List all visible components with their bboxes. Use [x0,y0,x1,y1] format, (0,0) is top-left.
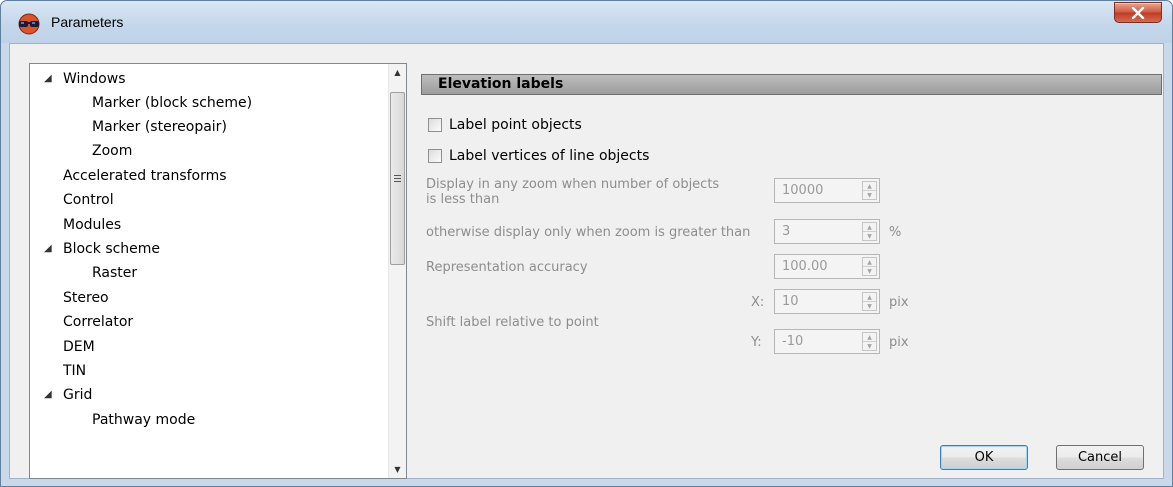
scrollbar-thumb[interactable] [390,92,405,265]
tree-item-control[interactable]: Control [63,189,114,211]
dialog-client-area: ◢ Windows Marker (block scheme) Marker (… [9,43,1164,479]
spin-up-icon[interactable]: ▲ [863,333,876,342]
close-button[interactable] [1114,2,1162,23]
tree-item-tin[interactable]: TIN [63,360,86,382]
tree-item-stereo[interactable]: Stereo [63,287,109,309]
tree-item-zoom[interactable]: Zoom [92,140,132,162]
spin-down-icon[interactable]: ▼ [863,191,876,200]
tree-item-accelerated-transforms[interactable]: Accelerated transforms [63,165,227,187]
representation-accuracy-label: Representation accuracy [426,260,588,275]
shift-x-value: 10 [782,294,799,309]
tree-item-raster[interactable]: Raster [92,262,137,284]
grip-icon [394,175,401,182]
close-icon [1131,6,1145,19]
shift-y-label: Y: [751,335,762,350]
spinner-buttons[interactable]: ▲ ▼ [862,257,877,276]
spinner-buttons[interactable]: ▲ ▼ [862,181,877,200]
shift-x-spinbox[interactable]: 10 ▲ ▼ [774,289,880,314]
percent-unit: % [889,225,902,240]
scroll-up-arrow-icon[interactable]: ▲ [389,64,406,81]
tree-item-correlator[interactable]: Correlator [63,311,133,333]
shift-label: Shift label relative to point [426,315,599,330]
shift-x-label: X: [751,295,765,310]
otherwise-zoom-label: otherwise display only when zoom is grea… [426,225,751,240]
label-point-objects-label: Label point objects [449,117,582,133]
spinner-buttons[interactable]: ▲ ▼ [862,292,877,311]
tree-scrollbar[interactable]: ▲ ▼ [388,64,406,478]
spin-down-icon[interactable]: ▼ [863,302,876,311]
tree-item-marker-block-scheme[interactable]: Marker (block scheme) [92,92,252,114]
tree-item-windows[interactable]: Windows [63,68,126,90]
spin-down-icon[interactable]: ▼ [863,342,876,351]
label-vertices-label: Label vertices of line objects [449,148,650,164]
representation-accuracy-spinbox[interactable]: 100.00 ▲ ▼ [774,254,880,279]
shift-x-unit: pix [889,295,909,310]
cancel-button[interactable]: Cancel [1056,445,1144,470]
spin-down-icon[interactable]: ▼ [863,232,876,241]
collapse-grid-icon[interactable]: ◢ [44,384,52,406]
label-point-objects-checkbox[interactable] [428,118,442,132]
spinner-buttons[interactable]: ▲ ▼ [862,332,877,351]
tree-item-pathway-mode[interactable]: Pathway mode [92,409,195,431]
spin-down-icon[interactable]: ▼ [863,267,876,276]
tree-item-block-scheme[interactable]: Block scheme [63,238,160,260]
spin-up-icon[interactable]: ▲ [863,293,876,302]
tree-item-grid[interactable]: Grid [63,384,92,406]
spin-up-icon[interactable]: ▲ [863,182,876,191]
shift-y-unit: pix [889,335,909,350]
display-any-zoom-spinbox[interactable]: 10000 ▲ ▼ [774,178,880,203]
display-any-zoom-label: Display in any zoom when number of objec… [426,177,720,207]
settings-tree[interactable]: ◢ Windows Marker (block scheme) Marker (… [29,63,407,479]
collapse-windows-icon[interactable]: ◢ [44,68,52,90]
3d-glasses-icon [18,13,40,35]
shift-y-spinbox[interactable]: -10 ▲ ▼ [774,329,880,354]
display-any-zoom-value: 10000 [782,183,824,198]
tree-item-dem[interactable]: DEM [63,336,95,358]
tree-item-modules[interactable]: Modules [63,214,121,236]
collapse-block-scheme-icon[interactable]: ◢ [44,238,52,260]
title-bar: Parameters [1,1,1172,43]
otherwise-zoom-value: 3 [782,224,791,239]
spinner-buttons[interactable]: ▲ ▼ [862,222,877,241]
ok-button[interactable]: OK [940,445,1028,470]
window-title: Parameters [51,14,124,30]
label-point-objects-row[interactable]: Label point objects [428,116,582,134]
spin-up-icon[interactable]: ▲ [863,223,876,232]
label-vertices-checkbox[interactable] [428,149,442,163]
scroll-down-arrow-icon[interactable]: ▼ [389,461,406,478]
section-header: Elevation labels [421,74,1162,95]
label-vertices-row[interactable]: Label vertices of line objects [428,147,649,165]
spin-up-icon[interactable]: ▲ [863,258,876,267]
otherwise-zoom-spinbox[interactable]: 3 ▲ ▼ [774,219,880,244]
shift-y-value: -10 [782,334,804,349]
tree-item-marker-stereopair[interactable]: Marker (stereopair) [92,116,227,138]
parameters-dialog: Parameters ◢ Windows Marker (block schem… [0,0,1173,487]
representation-accuracy-value: 100.00 [782,259,828,274]
